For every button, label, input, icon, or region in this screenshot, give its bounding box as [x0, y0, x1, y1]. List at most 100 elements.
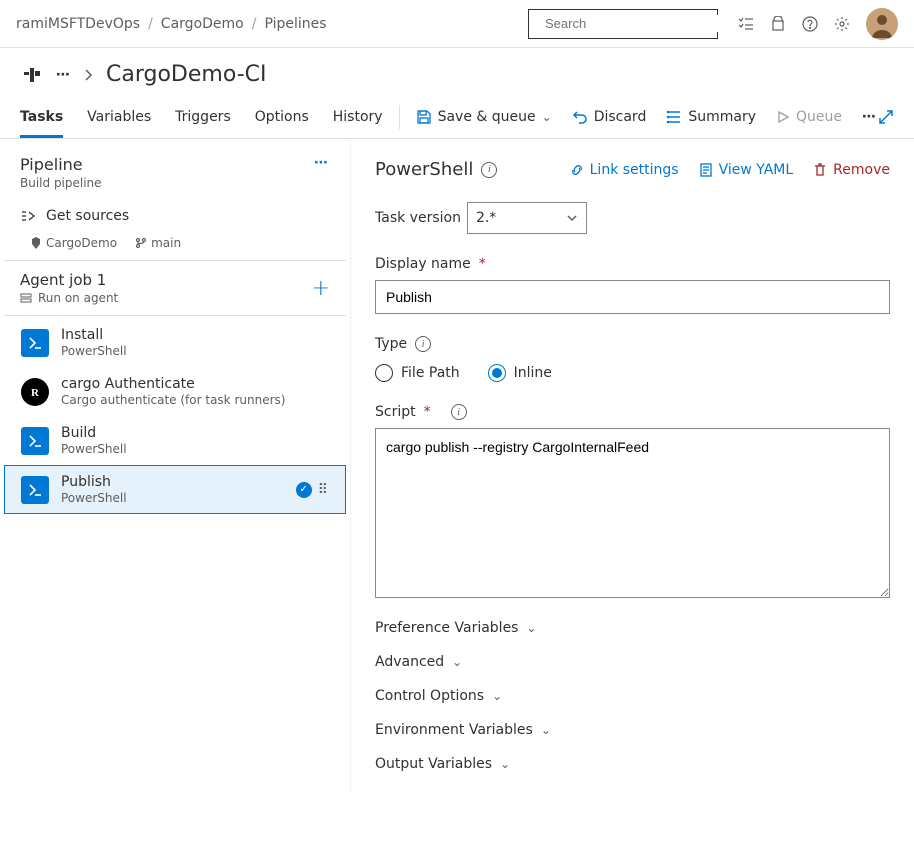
- task-name: Publish: [61, 474, 127, 490]
- task-subtitle: PowerShell: [61, 344, 127, 358]
- tab-triggers[interactable]: Triggers: [175, 95, 231, 138]
- separator: [399, 105, 400, 129]
- type-inline-radio[interactable]: Inline: [488, 364, 552, 382]
- section-label: Output Variables: [375, 756, 492, 772]
- section-output-variables[interactable]: Output Variables ⌄: [375, 756, 890, 772]
- tab-variables[interactable]: Variables: [87, 95, 151, 138]
- repo-icon: [30, 237, 42, 249]
- save-and-queue-label: Save & queue: [438, 109, 536, 125]
- server-icon: [20, 292, 32, 304]
- tab-history[interactable]: History: [333, 95, 383, 138]
- info-icon[interactable]: i: [451, 404, 467, 420]
- powershell-icon: [21, 476, 49, 504]
- get-sources-label: Get sources: [46, 208, 129, 224]
- check-icon: ✓: [296, 482, 312, 498]
- pipeline-subtitle: Build pipeline: [20, 176, 102, 190]
- summary-button[interactable]: Summary: [666, 109, 756, 125]
- radio-checked-icon: [488, 364, 506, 382]
- pipeline-name: Pipeline: [20, 155, 102, 174]
- task-version-select[interactable]: 2.*: [467, 202, 587, 234]
- avatar[interactable]: [866, 8, 898, 40]
- breadcrumb: ramiMSFTDevOps / CargoDemo / Pipelines: [16, 16, 327, 32]
- branch-indicator[interactable]: main: [135, 236, 181, 250]
- task-item-publish[interactable]: Publish PowerShell ✓ ⠿: [4, 465, 346, 514]
- section-label: Environment Variables: [375, 722, 533, 738]
- remove-label: Remove: [833, 162, 890, 178]
- chevron-right-icon: [84, 67, 94, 83]
- display-name-label: Display name: [375, 256, 471, 272]
- yaml-icon: [699, 163, 713, 177]
- more-menu[interactable]: ⋯: [56, 67, 72, 83]
- tab-tasks[interactable]: Tasks: [20, 95, 63, 138]
- section-advanced[interactable]: Advanced ⌄: [375, 654, 890, 670]
- panel-title: PowerShell: [375, 159, 473, 180]
- page-title: CargoDemo-CI: [106, 62, 267, 87]
- script-textarea[interactable]: [375, 428, 890, 598]
- section-label: Preference Variables: [375, 620, 518, 636]
- task-item-cargo-authenticate[interactable]: R cargo Authenticate Cargo authenticate …: [4, 367, 346, 416]
- task-subtitle: PowerShell: [61, 442, 127, 456]
- help-icon[interactable]: [802, 16, 818, 32]
- section-environment-variables[interactable]: Environment Variables ⌄: [375, 722, 890, 738]
- remove-button[interactable]: Remove: [813, 162, 890, 178]
- repo-indicator[interactable]: CargoDemo: [30, 236, 117, 250]
- info-icon[interactable]: i: [481, 162, 497, 178]
- pipeline-more-menu[interactable]: ⋯: [314, 155, 330, 171]
- add-task-button[interactable]: +: [312, 276, 330, 301]
- powershell-icon: [21, 329, 49, 357]
- breadcrumb-project[interactable]: CargoDemo: [161, 16, 244, 32]
- section-preference-variables[interactable]: Preference Variables ⌄: [375, 620, 890, 636]
- fullscreen-icon[interactable]: [878, 109, 894, 125]
- link-settings-button[interactable]: Link settings: [570, 162, 679, 178]
- task-name: Build: [61, 425, 127, 441]
- chevron-down-icon: ⌄: [542, 110, 552, 124]
- discard-button[interactable]: Discard: [572, 109, 647, 125]
- more-commands[interactable]: ⋯: [862, 109, 878, 125]
- task-name: Install: [61, 327, 127, 343]
- svg-text:R: R: [31, 387, 40, 399]
- queue-button: Queue: [776, 109, 842, 125]
- agent-job-node[interactable]: Agent job 1 Run on agent +: [4, 260, 346, 316]
- chevron-down-icon: ⌄: [541, 723, 551, 737]
- required-asterisk: *: [424, 404, 431, 420]
- task-name: cargo Authenticate: [61, 376, 285, 392]
- settings-icon[interactable]: [834, 16, 850, 32]
- task-subtitle: PowerShell: [61, 491, 127, 505]
- chevron-down-icon: [566, 212, 578, 224]
- display-name-input[interactable]: [375, 280, 890, 314]
- breadcrumb-org[interactable]: ramiMSFTDevOps: [16, 16, 140, 32]
- work-items-icon[interactable]: [738, 16, 754, 32]
- breadcrumb-section[interactable]: Pipelines: [264, 16, 326, 32]
- type-file-path-radio[interactable]: File Path: [375, 364, 460, 382]
- queue-label: Queue: [796, 109, 842, 125]
- info-icon[interactable]: i: [415, 336, 431, 352]
- type-file-path-label: File Path: [401, 365, 460, 381]
- rust-icon: R: [21, 378, 49, 406]
- search-input-container[interactable]: [528, 9, 718, 39]
- chevron-down-icon: ⌄: [452, 655, 462, 669]
- view-yaml-button[interactable]: View YAML: [699, 162, 794, 178]
- task-item-install[interactable]: Install PowerShell: [4, 318, 346, 367]
- script-label: Script: [375, 404, 416, 420]
- get-sources-node[interactable]: Get sources: [4, 202, 346, 234]
- branch-icon: [135, 237, 147, 249]
- type-inline-label: Inline: [514, 365, 552, 381]
- repo-name: CargoDemo: [46, 236, 117, 250]
- pipeline-icon: [20, 63, 44, 87]
- tab-options[interactable]: Options: [255, 95, 309, 138]
- link-icon: [570, 163, 584, 177]
- marketplace-icon[interactable]: [770, 16, 786, 32]
- drag-handle-icon[interactable]: ⠿: [318, 487, 329, 493]
- pipeline-node[interactable]: Pipeline Build pipeline: [20, 155, 102, 190]
- radio-unchecked-icon: [375, 364, 393, 382]
- search-input[interactable]: [543, 15, 723, 32]
- save-and-queue-button[interactable]: Save & queue ⌄: [416, 109, 552, 125]
- powershell-icon: [21, 427, 49, 455]
- agent-job-name: Agent job 1: [20, 271, 118, 289]
- section-control-options[interactable]: Control Options ⌄: [375, 688, 890, 704]
- play-icon: [776, 110, 790, 124]
- task-item-build[interactable]: Build PowerShell: [4, 416, 346, 465]
- view-yaml-label: View YAML: [719, 162, 794, 178]
- get-sources-icon: [20, 208, 36, 224]
- section-label: Advanced: [375, 654, 444, 670]
